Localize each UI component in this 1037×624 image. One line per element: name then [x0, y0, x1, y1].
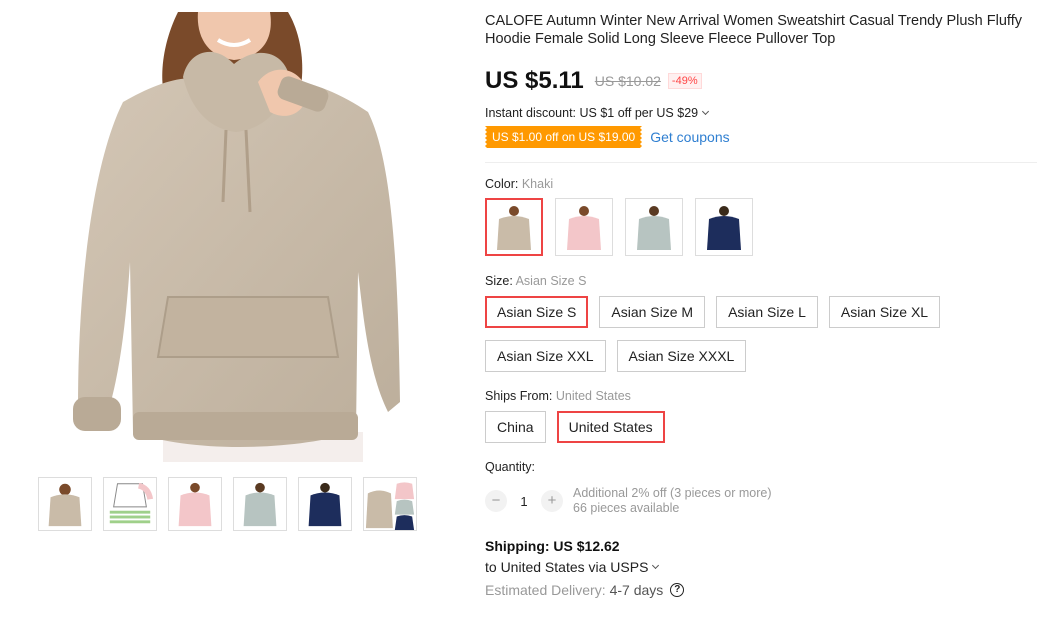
main-product-image[interactable]: [38, 12, 418, 462]
thumbnail-gray-model[interactable]: [233, 477, 287, 531]
hoodie-main-illustration: [73, 12, 400, 462]
shipping-price: Shipping: US $12.62: [485, 538, 620, 554]
coupon-row: US $1.00 off on US $19.00 Get coupons: [485, 126, 1037, 148]
color-selected-value: Khaki: [521, 177, 554, 191]
size-option-l[interactable]: Asian Size L: [716, 296, 818, 328]
ships-from-label-text: Ships From:: [485, 389, 556, 403]
ships-from-label: Ships From: United States: [485, 389, 1037, 403]
stock-available-note: 66 pieces available: [573, 501, 680, 515]
quantity-stepper: − 1 + Additional 2% off (3 pieces or mor…: [485, 486, 1037, 516]
estimated-delivery: Estimated Delivery: 4-7 days ?: [485, 582, 1037, 598]
thumbnail-all-colors[interactable]: [363, 477, 417, 531]
bulk-discount-note: Additional 2% off (3 pieces or more): [573, 486, 772, 500]
shipping-method-selector[interactable]: to United States via USPS: [485, 559, 1037, 575]
ships-from-options: China United States: [485, 411, 1005, 443]
size-option-xxxl[interactable]: Asian Size XXXL: [616, 340, 747, 372]
ships-from-selected-value: United States: [555, 389, 631, 403]
size-option-s[interactable]: Asian Size S: [485, 296, 589, 328]
thumbnail-pink-model[interactable]: [168, 477, 222, 531]
size-label: Size: Asian Size S: [485, 274, 1037, 288]
thumbnail-khaki-model[interactable]: [38, 477, 92, 531]
size-option-xxl[interactable]: Asian Size XXL: [485, 340, 606, 372]
chevron-down-icon: [702, 107, 710, 116]
size-selected-value: Asian Size S: [515, 274, 587, 288]
size-label-text: Size:: [485, 274, 516, 288]
current-price: US $5.11: [485, 67, 584, 94]
coupon-badge: US $1.00 off on US $19.00: [485, 126, 643, 148]
discount-badge: -49%: [667, 73, 702, 89]
quantity-note: Additional 2% off (3 pieces or more) 66 …: [573, 486, 771, 516]
color-label: Color: Khaki: [485, 177, 1037, 191]
product-title: CALOFE Autumn Winter New Arrival Women S…: [485, 13, 1022, 47]
original-price: US $10.02: [594, 73, 661, 89]
delivery-days: 4-7 days: [609, 582, 664, 598]
quantity-label: Quantity:: [485, 460, 536, 474]
price-row: US $5.11 US $10.02 -49%: [485, 65, 1037, 97]
color-swatches: [485, 198, 1037, 256]
quantity-value[interactable]: 1: [507, 494, 541, 509]
quantity-decrease-button[interactable]: −: [485, 490, 507, 512]
size-option-m[interactable]: Asian Size M: [599, 296, 706, 328]
thumbnail-strip: [38, 477, 417, 531]
thumbnail-navy-model[interactable]: [298, 477, 352, 531]
shipping-method-text: to United States via USPS: [485, 559, 649, 575]
color-swatch-navy[interactable]: [695, 198, 753, 256]
get-coupons-link[interactable]: Get coupons: [650, 129, 729, 145]
color-swatch-gray[interactable]: [625, 198, 683, 256]
divider: [485, 162, 1037, 163]
thumbnail-size-chart[interactable]: [103, 477, 157, 531]
ships-from-united-states[interactable]: United States: [556, 411, 665, 443]
color-label-text: Color:: [485, 177, 522, 191]
help-icon[interactable]: ?: [670, 583, 685, 597]
delivery-label: Estimated Delivery:: [485, 582, 606, 598]
color-swatch-pink[interactable]: [555, 198, 613, 256]
chevron-down-icon: [652, 561, 660, 570]
size-option-xl[interactable]: Asian Size XL: [828, 296, 941, 328]
color-swatch-khaki[interactable]: [485, 198, 543, 256]
quantity-increase-button[interactable]: +: [541, 490, 563, 512]
size-options: Asian Size S Asian Size M Asian Size L A…: [485, 296, 1005, 372]
instant-discount[interactable]: Instant discount: US $1 off per US $29: [485, 106, 1037, 120]
product-info: CALOFE Autumn Winter New Arrival Women S…: [485, 12, 1037, 598]
instant-discount-text: Instant discount: US $1 off per US $29: [485, 106, 699, 120]
ships-from-china[interactable]: China: [485, 411, 546, 443]
